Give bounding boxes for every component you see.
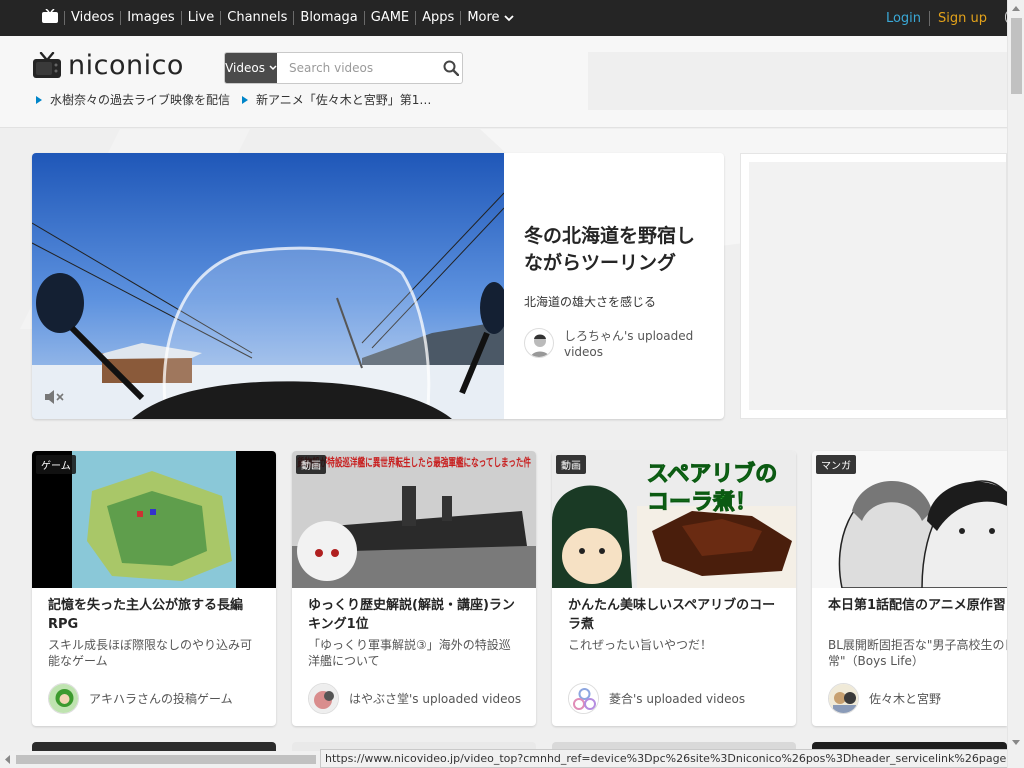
vertical-scrollbar[interactable] — [1007, 0, 1024, 768]
nav-item-blomaga[interactable]: Blomaga — [293, 11, 363, 25]
card-description: これぜったい旨いやつだ！ — [568, 638, 713, 652]
niconico-logo[interactable]: niconico — [32, 50, 184, 81]
search-category-label: Videos — [225, 61, 265, 75]
owner-name: しろちゃん's uploaded videos — [564, 329, 694, 359]
news-item-text: 新アニメ「佐々木と宮野」第1… — [256, 93, 432, 107]
auth-links: Login Sign up — [878, 0, 987, 36]
avatar — [568, 683, 599, 714]
card-owner[interactable]: 菱合's uploaded videos — [568, 683, 745, 714]
search-category-select[interactable]: Videos — [225, 53, 278, 83]
card-title: かんたん美味しいスペアリブのコーラ煮 — [568, 598, 776, 632]
site-header: niconico Videos 水樹奈々の過去ライブ映像を配信 新アニメ「佐々木… — [0, 36, 1007, 128]
nav-item-channels[interactable]: Channels — [220, 11, 293, 25]
content-card[interactable]: マンガ 本日第1話配信のアニメ原作習！ BL展開断固拒否な"男子高校生の日常"（… — [812, 451, 1007, 726]
card-thumbnail: ゲーム — [32, 451, 276, 588]
category-badge: マンガ — [816, 455, 856, 474]
login-link[interactable]: Login — [878, 11, 929, 26]
horizontal-scrollbar[interactable] — [0, 751, 320, 768]
side-ad-placeholder — [749, 162, 1006, 410]
card-owner[interactable]: 佐々木と宮野 — [828, 683, 941, 714]
search-bar: Videos — [224, 52, 463, 84]
search-button[interactable] — [439, 53, 462, 83]
owner-name: 佐々木と宮野 — [869, 692, 942, 706]
featured-video[interactable]: 冬の北海道を野宿しながらツーリング 北海道の雄大さを感じる しろちゃん's up… — [32, 153, 724, 419]
card-title: ゆっくり歴史解説(解説・講座)ランキング1位 — [308, 598, 515, 632]
card-title: 本日第1話配信のアニメ原作習！ — [828, 598, 1007, 613]
news-item[interactable]: 水樹奈々の過去ライブ映像を配信 — [36, 91, 230, 108]
service-nav: Videos Images Live Channels Blomaga GAME… — [64, 0, 520, 36]
category-badge: ゲーム — [36, 455, 76, 474]
niconico-tv-icon[interactable] — [41, 9, 59, 24]
mute-icon[interactable] — [44, 389, 66, 405]
avatar — [524, 328, 554, 358]
link-status-bar: https://www.nicovideo.jp/video_top?cmnhd… — [320, 749, 1024, 768]
card-thumbnail: 貨物船が特設巡洋艦に異世界転生したら最強軍艦になってしまった件 動画 — [292, 451, 536, 588]
nav-item-live[interactable]: Live — [180, 11, 221, 25]
content-card[interactable]: スペアリブの コーラ煮！ 動画 かんたん美味しいスペアリブのコーラ煮 これぜった… — [552, 451, 796, 726]
logo-text: niconico — [68, 50, 184, 81]
card-title: 記憶を失った主人公が旅する長編RPG — [48, 598, 244, 632]
news-ticker: 水樹奈々の過去ライブ映像を配信 新アニメ「佐々木と宮野」第1… — [36, 91, 431, 108]
recommendation-cards: ゲーム 記憶を失った主人公が旅する長編RPG スキル成長ほぼ際限なしのやり込み可… — [32, 451, 1007, 727]
nav-item-images[interactable]: Images — [120, 11, 181, 25]
chevron-down-icon — [503, 15, 514, 22]
card-owner[interactable]: はやぶさ堂's uploaded videos — [308, 683, 521, 714]
news-item-text: 水樹奈々の過去ライブ映像を配信 — [50, 93, 231, 107]
category-badge: 動画 — [556, 455, 586, 474]
owner-name: はやぶさ堂's uploaded videos — [349, 692, 522, 706]
featured-video-subtitle: 北海道の雄大さを感じる — [524, 295, 657, 309]
avatar — [828, 683, 859, 714]
thumbnail-caption: スペアリブの — [647, 461, 777, 487]
nav-item-game[interactable]: GAME — [363, 11, 415, 25]
scroll-up-icon[interactable] — [1008, 2, 1024, 16]
featured-video-player[interactable] — [32, 153, 504, 419]
top-navigation-bar: Videos Images Live Channels Blomaga GAME… — [0, 0, 1011, 36]
more-label: More — [467, 10, 500, 25]
search-input[interactable] — [277, 53, 440, 83]
tv-logo-icon — [33, 51, 61, 78]
content-card[interactable]: ゲーム 記憶を失った主人公が旅する長編RPG スキル成長ほぼ際限なしのやり込み可… — [32, 451, 276, 726]
thumbnail-caption: コーラ煮！ — [647, 489, 757, 515]
avatar — [308, 683, 339, 714]
owner-name: 菱合's uploaded videos — [609, 692, 746, 706]
header-ad-slot — [588, 52, 1007, 110]
triangle-right-icon — [36, 95, 42, 104]
featured-video-info: 冬の北海道を野宿しながらツーリング 北海道の雄大さを感じる しろちゃん's up… — [524, 223, 710, 360]
horizontal-scroll-thumb[interactable] — [16, 755, 316, 764]
scroll-down-icon[interactable] — [1008, 735, 1024, 749]
nav-item-videos[interactable]: Videos — [64, 11, 120, 25]
news-item[interactable]: 新アニメ「佐々木と宮野」第1… — [242, 91, 431, 108]
content-card[interactable]: 貨物船が特設巡洋艦に異世界転生したら最強軍艦になってしまった件 動画 ゆっくり歴… — [292, 451, 536, 726]
scroll-left-icon[interactable] — [2, 751, 14, 768]
vertical-scroll-thumb[interactable] — [1011, 18, 1022, 94]
card-description: BL展開断固拒否な"男子高校生の日常"（Boys Life） — [828, 638, 1007, 668]
side-ad-slot — [740, 153, 1007, 419]
card-description: スキル成長ほぼ際限なしのやり込み可能なゲーム — [48, 638, 253, 668]
avatar — [48, 683, 79, 714]
nav-more-menu[interactable]: More — [460, 11, 519, 25]
card-thumbnail: マンガ — [812, 451, 1007, 588]
nav-item-apps[interactable]: Apps — [415, 11, 460, 25]
triangle-right-icon — [242, 95, 249, 104]
thumbnail-caption: 貨物船が特設巡洋艦に異世界転生したら最強軍艦になってしまった件 — [297, 455, 531, 469]
card-thumbnail: スペアリブの コーラ煮！ 動画 — [552, 451, 796, 588]
featured-video-owner[interactable]: しろちゃん's uploaded videos — [524, 328, 710, 360]
chevron-down-icon — [269, 65, 277, 71]
card-description: 「ゆっくり軍事解説③」海外の特設巡洋艦について — [308, 638, 511, 668]
signup-link[interactable]: Sign up — [929, 10, 987, 26]
search-icon — [443, 60, 459, 76]
owner-name: アキハラさんの投稿ゲーム — [89, 692, 233, 706]
card-owner[interactable]: アキハラさんの投稿ゲーム — [48, 683, 233, 714]
category-badge: 動画 — [296, 455, 326, 474]
featured-video-title[interactable]: 冬の北海道を野宿しながらツーリング — [524, 223, 710, 277]
